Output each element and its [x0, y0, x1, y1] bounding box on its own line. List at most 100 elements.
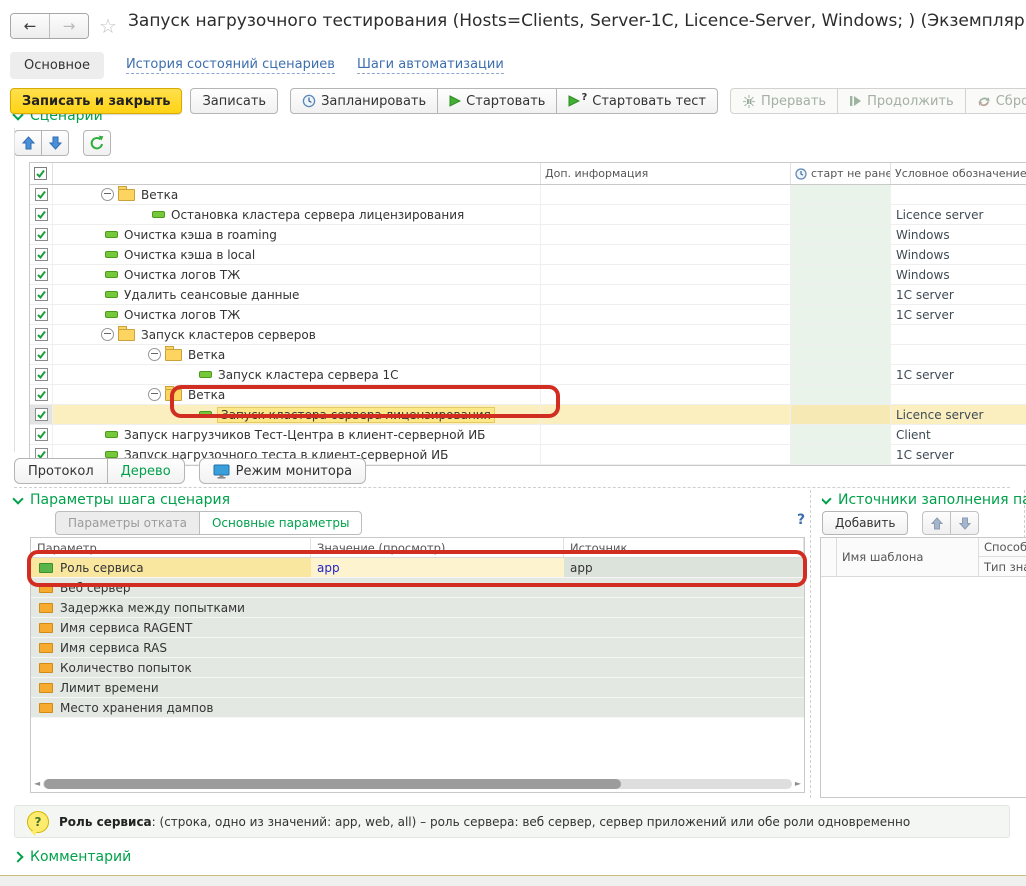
- unit-cell[interactable]: [891, 345, 1026, 364]
- unit-cell[interactable]: [891, 385, 1026, 404]
- start-button[interactable]: Стартовать: [437, 88, 557, 114]
- collapse-expander-icon[interactable]: [148, 388, 161, 401]
- move-up-button[interactable]: [14, 130, 42, 156]
- tree-row[interactable]: Удалить сеансовые данные 1C server: [30, 285, 1026, 305]
- start-cell[interactable]: [791, 185, 891, 204]
- param-name[interactable]: Имя сервиса RAS: [60, 641, 167, 655]
- select-all-checkbox-icon[interactable]: [34, 167, 47, 180]
- select-all-cell[interactable]: [30, 163, 53, 184]
- row-checkbox[interactable]: [30, 305, 53, 324]
- tab-main[interactable]: Основное: [10, 52, 104, 79]
- tree-item-label[interactable]: Запуск нагрузчиков Тест-Центра в клиент-…: [124, 428, 485, 442]
- column-value-type[interactable]: Тип знач: [979, 557, 1026, 576]
- column-value[interactable]: Значение (просмотр): [311, 538, 564, 557]
- column-source[interactable]: Источник: [564, 538, 804, 557]
- unit-cell[interactable]: Licence server: [891, 405, 1026, 424]
- unit-cell[interactable]: 1C server: [891, 445, 1026, 464]
- checkbox-checked-icon[interactable]: [35, 248, 48, 261]
- start-cell[interactable]: [791, 305, 891, 324]
- save-button[interactable]: Записать: [190, 88, 278, 114]
- info-cell[interactable]: [541, 345, 791, 364]
- tab-rollback-params[interactable]: Параметры отката: [55, 511, 200, 535]
- tree-item-label[interactable]: Очистка логов ТЖ: [124, 268, 240, 282]
- info-cell[interactable]: [541, 405, 791, 424]
- param-name[interactable]: Лимит времени: [60, 681, 159, 695]
- checkbox-checked-icon[interactable]: [35, 308, 48, 321]
- scrollbar-thumb[interactable]: [44, 779, 620, 789]
- unit-cell[interactable]: [891, 325, 1026, 344]
- checkbox-checked-icon[interactable]: [35, 288, 48, 301]
- info-cell[interactable]: [541, 225, 791, 244]
- info-cell[interactable]: [541, 325, 791, 344]
- unit-cell[interactable]: Client: [891, 425, 1026, 444]
- tree-row-selected[interactable]: Запуск кластера сервера лицензирования L…: [30, 405, 1026, 425]
- param-row[interactable]: Задержка между попытками: [31, 598, 804, 618]
- tree-row[interactable]: Очистка кэша в local Windows: [30, 245, 1026, 265]
- start-cell[interactable]: [791, 405, 891, 424]
- param-value[interactable]: app: [311, 558, 564, 577]
- tree-item-label[interactable]: Запуск кластеров серверов: [141, 328, 316, 342]
- horizontal-scrollbar[interactable]: ◄ ►: [34, 777, 801, 790]
- param-name[interactable]: Место хранения дампов: [60, 701, 213, 715]
- tree-item-label[interactable]: Запуск кластера сервера 1С: [218, 368, 399, 382]
- back-button[interactable]: ←: [11, 14, 50, 38]
- unit-cell[interactable]: Windows: [891, 225, 1026, 244]
- start-cell[interactable]: [791, 225, 891, 244]
- tree-row[interactable]: Ветка: [30, 345, 1026, 365]
- checkbox-checked-icon[interactable]: [35, 328, 48, 341]
- interrupt-button[interactable]: Прервать: [730, 88, 838, 114]
- collapse-expander-icon[interactable]: [148, 348, 161, 361]
- tree-item-label[interactable]: Очистка кэша в roaming: [124, 228, 277, 242]
- param-name[interactable]: Веб сервер: [60, 581, 131, 595]
- tab-main-params[interactable]: Основные параметры: [199, 511, 363, 535]
- param-row[interactable]: Имя сервиса RAS: [31, 638, 804, 658]
- column-template-name[interactable]: Имя шаблона: [837, 538, 979, 576]
- start-cell[interactable]: [791, 445, 891, 464]
- start-cell[interactable]: [791, 345, 891, 364]
- tree-item-label[interactable]: Ветка: [188, 388, 225, 402]
- info-cell[interactable]: [541, 265, 791, 284]
- scrollbar-track[interactable]: [43, 779, 792, 789]
- start-cell[interactable]: [791, 245, 891, 264]
- tree-row[interactable]: Запуск кластера сервера 1С 1C server: [30, 365, 1026, 385]
- continue-button[interactable]: Продолжить: [837, 88, 966, 114]
- row-checkbox[interactable]: [30, 205, 53, 224]
- param-row[interactable]: Имя сервиса RAGENT: [31, 618, 804, 638]
- param-name[interactable]: Количество попыток: [60, 661, 192, 675]
- tree-item-label[interactable]: Ветка: [141, 188, 178, 202]
- reset-button[interactable]: Сбросить: [965, 88, 1026, 114]
- info-cell[interactable]: [541, 245, 791, 264]
- tree-row[interactable]: Очистка логов ТЖ 1C server: [30, 305, 1026, 325]
- tree-row[interactable]: Очистка кэша в roaming Windows: [30, 225, 1026, 245]
- tree-item-label[interactable]: Остановка кластера сервера лицензировани…: [171, 208, 464, 222]
- row-checkbox[interactable]: [30, 345, 53, 364]
- tab-history[interactable]: История состояний сценариев: [126, 57, 335, 74]
- tree-item-label[interactable]: Удалить сеансовые данные: [124, 288, 299, 302]
- source-move-up-button[interactable]: [922, 511, 951, 535]
- checkbox-checked-icon[interactable]: [35, 348, 48, 361]
- unit-cell[interactable]: 1C server: [891, 305, 1026, 324]
- schedule-button[interactable]: Запланировать: [290, 88, 438, 114]
- row-checkbox[interactable]: [30, 425, 53, 444]
- tree-row[interactable]: Очистка логов ТЖ Windows: [30, 265, 1026, 285]
- tree-item-label[interactable]: Ветка: [188, 348, 225, 362]
- column-name[interactable]: [53, 163, 541, 184]
- unit-cell[interactable]: [891, 185, 1026, 204]
- section-comment[interactable]: Комментарий: [14, 849, 131, 865]
- row-checkbox[interactable]: [30, 225, 53, 244]
- param-name[interactable]: Задержка между попытками: [60, 601, 245, 615]
- row-checkbox[interactable]: [30, 245, 53, 264]
- view-protocol-button[interactable]: Протокол: [14, 458, 108, 484]
- tree-row[interactable]: Запуск кластеров серверов: [30, 325, 1026, 345]
- scroll-right-icon[interactable]: ►: [795, 779, 801, 788]
- column-fill-method[interactable]: Способ з: [979, 538, 1026, 557]
- scroll-left-icon[interactable]: ◄: [34, 779, 40, 788]
- param-row[interactable]: Веб сервер: [31, 578, 804, 598]
- monitor-mode-button[interactable]: Режим монитора: [199, 458, 366, 484]
- collapse-expander-icon[interactable]: [101, 328, 114, 341]
- param-name[interactable]: Имя сервиса RAGENT: [60, 621, 192, 635]
- column-start[interactable]: старт не ранее…: [791, 163, 891, 184]
- start-cell[interactable]: [791, 425, 891, 444]
- tree-item-label[interactable]: Очистка логов ТЖ: [124, 308, 240, 322]
- row-checkbox[interactable]: [30, 385, 53, 404]
